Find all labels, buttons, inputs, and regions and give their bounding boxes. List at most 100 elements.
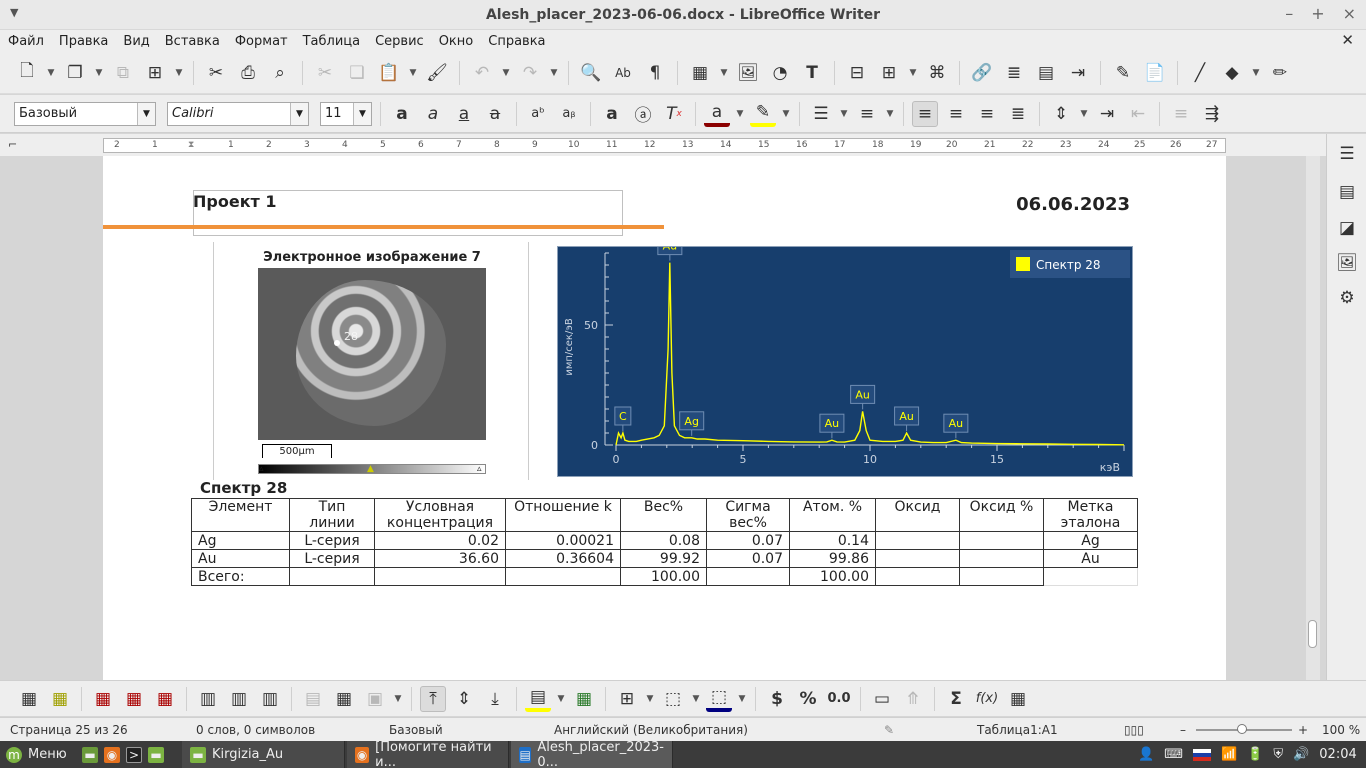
- table-cell[interactable]: 100.00: [620, 567, 707, 586]
- table-cell[interactable]: [959, 567, 1044, 586]
- font-color-icon[interactable]: a: [704, 101, 730, 127]
- table-cell[interactable]: [374, 567, 506, 586]
- table-cell[interactable]: Всего:: [191, 567, 290, 586]
- bold-icon[interactable]: a: [389, 101, 415, 127]
- taskbar-window-browser[interactable]: ◉ [Помогите найти и...: [347, 740, 509, 768]
- table-cell[interactable]: 99.86: [789, 549, 876, 568]
- table-cell[interactable]: [875, 567, 960, 586]
- delete-columns-icon[interactable]: ▥: [257, 686, 283, 712]
- font-name-combo[interactable]: Calibri ▼: [167, 101, 309, 126]
- column-header[interactable]: Оксид %: [959, 498, 1044, 532]
- track-changes-icon[interactable]: ⇥: [1065, 60, 1091, 86]
- menu-view[interactable]: Вид: [123, 34, 149, 49]
- table-cell-ref[interactable]: Таблица1:A1: [977, 723, 1058, 737]
- keyboard-icon[interactable]: ⌨: [1164, 747, 1183, 762]
- table-cell[interactable]: Ag: [1043, 531, 1138, 550]
- line-icon[interactable]: ✎: [1110, 60, 1136, 86]
- export-pdf-icon[interactable]: ✂: [203, 60, 229, 86]
- clock[interactable]: 02:04: [1319, 747, 1356, 762]
- column-header[interactable]: Элемент: [191, 498, 290, 532]
- border-style-dropdown-icon[interactable]: ▼: [691, 686, 701, 712]
- properties-icon[interactable]: ▤: [1335, 180, 1359, 204]
- gallery-icon[interactable]: 🖼: [1335, 251, 1359, 275]
- clear-formatting-icon[interactable]: Tx: [661, 101, 687, 127]
- sum-icon[interactable]: Σ: [943, 686, 969, 712]
- zoom-level[interactable]: 100 %: [1322, 723, 1360, 737]
- insert-image-icon[interactable]: 🖼: [735, 60, 761, 86]
- merge-cells-icon[interactable]: ▤: [300, 686, 326, 712]
- table-cell[interactable]: 36.60: [374, 549, 506, 568]
- page-count[interactable]: Страница 25 из 26: [10, 723, 128, 737]
- chevron-down-icon[interactable]: ▼: [290, 102, 308, 125]
- table-cell[interactable]: L-серия: [289, 531, 375, 550]
- scrollbar-thumb[interactable]: [1308, 620, 1317, 648]
- table-cell[interactable]: [875, 549, 960, 568]
- user-icon[interactable]: 👤: [1138, 747, 1154, 762]
- align-right-icon[interactable]: ≡: [974, 101, 1000, 127]
- zoom-slider-knob[interactable]: [1237, 724, 1247, 734]
- numbered-list-icon[interactable]: ≡: [854, 101, 880, 127]
- percent-format-icon[interactable]: %: [795, 686, 821, 712]
- templates-dropdown-icon[interactable]: ▼: [94, 60, 104, 86]
- highlight-color-icon[interactable]: ✎: [750, 101, 776, 127]
- show-desktop-icon[interactable]: ▬: [82, 746, 98, 763]
- new-dropdown-icon[interactable]: ▼: [46, 60, 56, 86]
- menu-edit[interactable]: Правка: [59, 34, 108, 49]
- open-icon[interactable]: ⊞: [142, 60, 168, 86]
- volume-icon[interactable]: 🔊: [1293, 747, 1309, 762]
- column-header[interactable]: Атом. %: [789, 498, 876, 532]
- copy-icon[interactable]: ❏: [344, 60, 370, 86]
- remote-files-icon[interactable]: ⧉: [110, 60, 136, 86]
- battery-icon[interactable]: 🔋: [1247, 747, 1263, 762]
- firefox-icon[interactable]: ◉: [104, 746, 120, 763]
- menu-table[interactable]: Таблица: [303, 34, 361, 49]
- paragraph-icon[interactable]: ≡: [1168, 101, 1194, 127]
- table-style-icon[interactable]: ▦: [47, 686, 73, 712]
- increase-indent-icon[interactable]: ⇥: [1094, 101, 1120, 127]
- basic-shapes-icon[interactable]: ◆: [1219, 60, 1245, 86]
- formatting-marks-icon[interactable]: ¶: [642, 60, 668, 86]
- wifi-icon[interactable]: 📶: [1221, 747, 1237, 762]
- menu-help[interactable]: Справка: [488, 34, 545, 49]
- minimize-icon[interactable]: –: [1285, 4, 1293, 23]
- align-top-icon[interactable]: ⤒: [420, 685, 446, 712]
- horizontal-ruler[interactable]: ⌐ 2 1 ⧗ 1 2 3 4 5 6 7 8 9 10 11 12 13 14…: [0, 134, 1366, 156]
- menu-tools[interactable]: Сервис: [375, 34, 424, 49]
- insert-columns-after-icon[interactable]: ▥: [226, 686, 252, 712]
- currency-format-icon[interactable]: $: [764, 686, 790, 712]
- menu-format[interactable]: Формат: [235, 34, 288, 49]
- templates-icon[interactable]: ❐: [62, 60, 88, 86]
- insert-rows-below-icon[interactable]: ▦: [121, 686, 147, 712]
- undo-icon[interactable]: ↶: [469, 60, 495, 86]
- table-cell[interactable]: [706, 567, 790, 586]
- paste-icon[interactable]: 📋: [376, 60, 402, 86]
- terminal-icon[interactable]: >: [126, 746, 142, 763]
- table-cell[interactable]: [959, 531, 1044, 550]
- optimize-dropdown-icon[interactable]: ▼: [393, 686, 403, 712]
- insert-caption-icon[interactable]: ⤊: [900, 686, 926, 712]
- table-cell[interactable]: Au: [1043, 549, 1138, 568]
- bullet-list-icon[interactable]: ☰: [808, 101, 834, 127]
- redo-dropdown-icon[interactable]: ▼: [549, 60, 559, 86]
- autoformat-icon[interactable]: ▦: [571, 686, 597, 712]
- border-style-icon[interactable]: ⬚: [660, 686, 686, 712]
- page-icon[interactable]: ◪: [1335, 216, 1359, 240]
- view-layout-icon[interactable]: ▯▯▯: [1124, 723, 1144, 737]
- number-format-icon[interactable]: 0.0: [826, 686, 852, 712]
- table-cell[interactable]: 0.08: [620, 531, 707, 550]
- column-header[interactable]: Тип линии: [289, 498, 375, 532]
- optimize-icon[interactable]: ▣: [362, 686, 388, 712]
- underline-icon[interactable]: a: [451, 101, 477, 127]
- paste-dropdown-icon[interactable]: ▼: [408, 60, 418, 86]
- center-vertically-icon[interactable]: ⇕: [451, 686, 477, 712]
- split-cells-icon[interactable]: ▦: [331, 686, 357, 712]
- hyperlink-icon[interactable]: 🔗: [969, 60, 995, 86]
- table-cell[interactable]: [289, 567, 375, 586]
- table-cell[interactable]: [875, 531, 960, 550]
- table-cell[interactable]: [959, 549, 1044, 568]
- insert-rows-above-icon[interactable]: ▦: [90, 686, 116, 712]
- menu-file[interactable]: Файл: [8, 34, 44, 49]
- insert-text-box-icon[interactable]: T: [799, 60, 825, 86]
- menu-insert[interactable]: Вставка: [165, 34, 220, 49]
- column-header[interactable]: Сигма вес%: [706, 498, 790, 532]
